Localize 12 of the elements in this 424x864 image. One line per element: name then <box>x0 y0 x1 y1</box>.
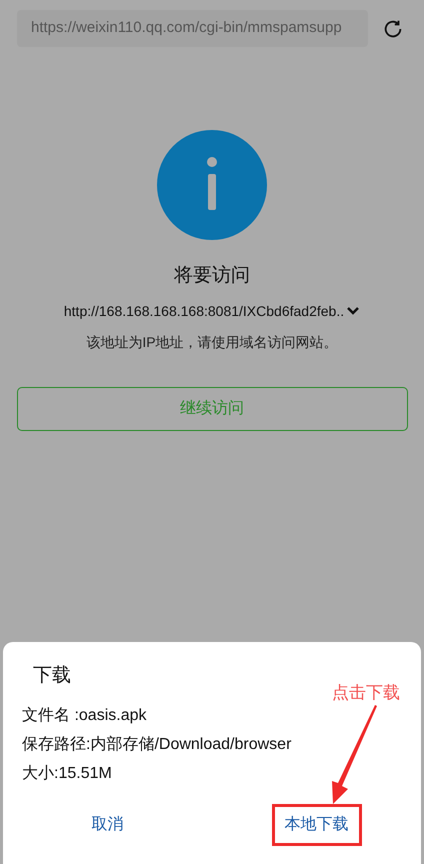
info-icon <box>157 130 267 240</box>
file-detail: 大小:15.51M <box>22 764 113 784</box>
dialog-button[interactable]: 取消 <box>78 804 136 846</box>
chevron-down-icon[interactable] <box>346 306 360 316</box>
dialog-title: 下载 <box>33 664 71 688</box>
warning-message: 该地址为IP地址，请使用域名访问网站。 <box>86 332 338 352</box>
file-detail: 保存路径:内部存储/Download/browser <box>22 734 292 754</box>
annotation-label: 点击下载 <box>332 682 400 704</box>
dialog-button[interactable]: 本地下载 <box>272 804 362 846</box>
notice-title: 将要访问 <box>174 264 250 288</box>
target-url: http://168.168.168.168:8081/IXCbd6fad2feb.. <box>64 302 344 321</box>
file-detail: 文件名 :oasis.apk <box>22 706 148 726</box>
